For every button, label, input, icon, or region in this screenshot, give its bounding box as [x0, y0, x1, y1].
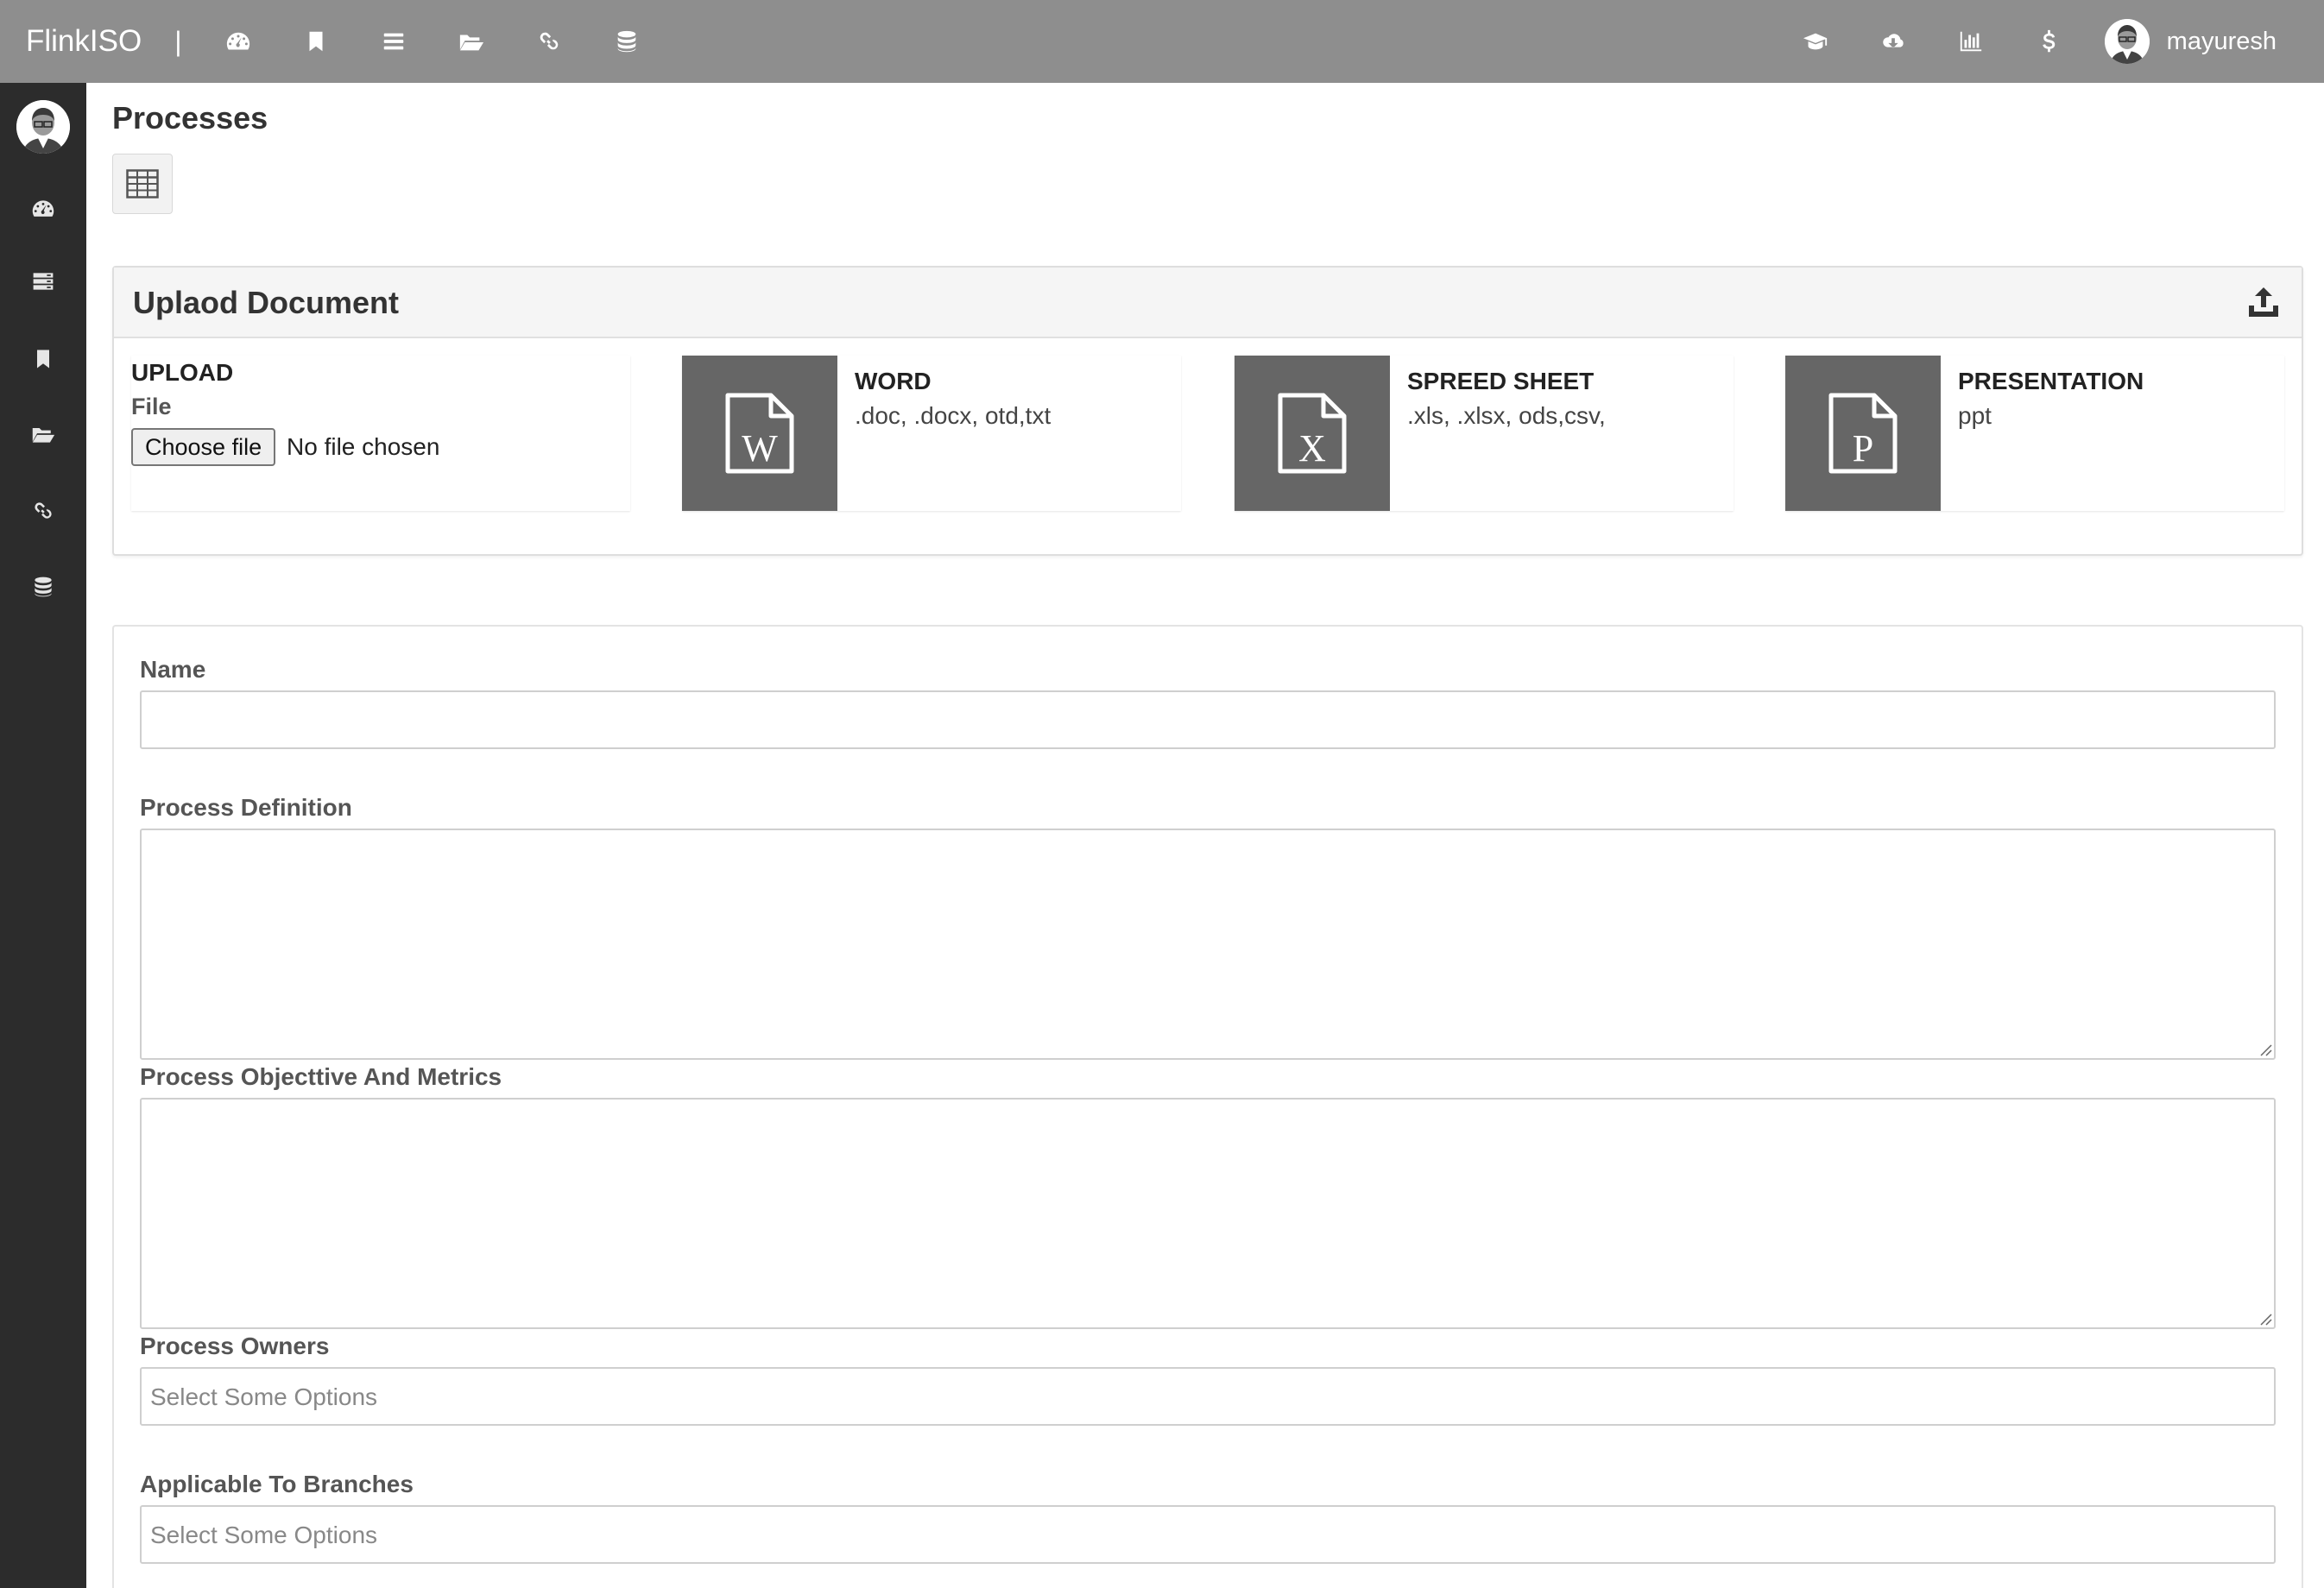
- sidebar-link-icon[interactable]: [0, 485, 86, 537]
- top-navbar: FlinkISO | mayuresh: [0, 0, 2324, 83]
- table-grid-icon: [126, 169, 159, 198]
- word-file-icon: W: [682, 356, 837, 511]
- dollar-icon[interactable]: [2010, 0, 2087, 83]
- top-right-menu: mayuresh: [1777, 0, 2324, 83]
- name-input[interactable]: [140, 690, 2276, 749]
- cloud-download-icon[interactable]: [1854, 0, 1932, 83]
- username-label: mayuresh: [2166, 27, 2277, 55]
- presentation-file-icon: P: [1785, 356, 1941, 511]
- word-type-tile: W WORD .doc, .docx, otd,txt: [682, 356, 1181, 511]
- word-type-extensions: .doc, .docx, otd,txt: [855, 402, 1051, 429]
- sidebar-tasks-icon[interactable]: [0, 255, 86, 307]
- applicable-branches-label: Applicable To Branches: [140, 1471, 414, 1497]
- process-owners-select[interactable]: Select Some Options: [140, 1367, 2276, 1426]
- sidebar-folder-open-icon[interactable]: [0, 408, 86, 460]
- presentation-type-title: PRESENTATION: [1958, 368, 2144, 394]
- process-owners-placeholder: Select Some Options: [150, 1383, 378, 1410]
- link-icon[interactable]: [510, 0, 588, 83]
- spreadsheet-letter: X: [1298, 427, 1326, 469]
- presentation-type-extensions: ppt: [1958, 402, 1992, 429]
- applicable-branches-select[interactable]: Select Some Options: [140, 1505, 2276, 1564]
- list-icon[interactable]: [355, 0, 433, 83]
- sidebar: [0, 83, 86, 1588]
- file-status: No file chosen: [287, 433, 440, 460]
- process-definition-label: Process Definition: [140, 794, 352, 821]
- page-title: Processes: [112, 100, 268, 135]
- user-menu[interactable]: mayuresh: [2104, 19, 2277, 64]
- dashboard-icon[interactable]: [199, 0, 277, 83]
- presentation-type-tile: P PRESENTATION ppt: [1785, 356, 2284, 511]
- applicable-branches-placeholder: Select Some Options: [150, 1522, 378, 1548]
- upload-panel-header: Uplaod Document: [114, 268, 2302, 338]
- user-avatar: [2104, 19, 2150, 64]
- presentation-letter: P: [1853, 427, 1873, 469]
- spreadsheet-type-title: SPREED SHEET: [1407, 368, 1595, 394]
- file-upload-tile: UPLOAD File Choose file No file chosen: [131, 356, 630, 511]
- bookmark-icon[interactable]: [277, 0, 355, 83]
- process-objective-label: Process Objecttive And Metrics: [140, 1063, 502, 1090]
- table-view-button[interactable]: [112, 154, 173, 214]
- choose-file-button[interactable]: Choose file: [131, 428, 276, 466]
- name-label: Name: [140, 656, 206, 683]
- word-type-title: WORD: [855, 368, 931, 394]
- spreadsheet-type-tile: X SPREED SHEET .xls, .xlsx, ods,csv,: [1235, 356, 1734, 511]
- brand-logo[interactable]: FlinkISO: [26, 24, 142, 59]
- spreadsheet-file-icon: X: [1235, 356, 1390, 511]
- resize-handle-icon[interactable]: [2258, 1312, 2272, 1326]
- word-letter: W: [742, 427, 778, 469]
- database-icon[interactable]: [588, 0, 666, 83]
- resize-handle-icon[interactable]: [2258, 1043, 2272, 1056]
- process-objective-textarea[interactable]: [140, 1098, 2276, 1329]
- sidebar-avatar[interactable]: [16, 100, 70, 154]
- sidebar-dashboard-icon[interactable]: [0, 183, 86, 235]
- graduation-cap-icon[interactable]: [1777, 0, 1854, 83]
- folder-open-icon[interactable]: [433, 0, 510, 83]
- spreadsheet-type-extensions: .xls, .xlsx, ods,csv,: [1407, 402, 1606, 429]
- sidebar-database-icon[interactable]: [0, 561, 86, 613]
- brand-separator: |: [174, 25, 182, 57]
- bar-chart-icon[interactable]: [1932, 0, 2010, 83]
- sidebar-bookmark-icon[interactable]: [0, 333, 86, 385]
- upload-title: UPLOAD: [131, 359, 234, 386]
- file-label: File: [131, 394, 172, 419]
- upload-icon[interactable]: [2246, 285, 2281, 319]
- process-owners-label: Process Owners: [140, 1333, 330, 1359]
- upload-panel-title: Uplaod Document: [133, 285, 400, 320]
- process-definition-textarea[interactable]: [140, 829, 2276, 1060]
